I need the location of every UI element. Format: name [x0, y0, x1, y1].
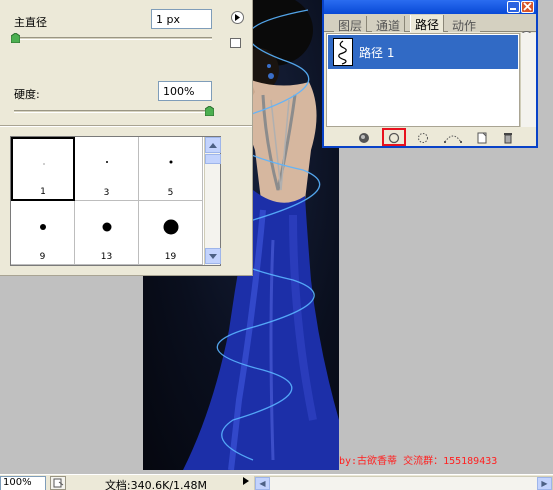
scroll-thumb[interactable]: [205, 154, 221, 164]
panel-divider: [0, 125, 252, 127]
brush-size-label: 9: [39, 252, 46, 262]
chevron-down-icon: [209, 253, 217, 259]
diameter-slider-thumb[interactable]: [10, 33, 20, 43]
hardness-slider-track[interactable]: [14, 110, 212, 113]
brush-preset-list: 1 3 5 9 13 19: [10, 136, 221, 266]
preset-scrollbar[interactable]: [204, 137, 221, 265]
document-size-info: 文档:340.6K/1.48M: [104, 479, 208, 490]
horizontal-scrollbar[interactable]: ◀ ▶: [254, 476, 553, 490]
path-name: 路径 1: [359, 45, 395, 60]
master-diameter-label: 主直径: [14, 16, 47, 29]
brush-tip-icon: [40, 224, 46, 230]
status-bar: 100% 文档:340.6K/1.48M ◀ ▶: [0, 474, 553, 490]
hardness-label: 硬度:: [14, 88, 40, 101]
brush-tip-icon: [43, 163, 45, 165]
stroke-path-highlight: [382, 128, 406, 146]
scroll-down-button[interactable]: [205, 248, 221, 264]
tab-actions[interactable]: 动作: [448, 16, 481, 33]
zoom-field[interactable]: 100%: [0, 476, 46, 490]
load-as-selection-icon[interactable]: [417, 132, 429, 144]
fill-path-icon[interactable]: [358, 132, 370, 144]
palette-footer: [324, 128, 536, 148]
tab-channels[interactable]: 通道: [372, 16, 406, 33]
chevron-up-icon: [209, 142, 217, 148]
new-path-icon[interactable]: [476, 132, 488, 144]
document-info-button[interactable]: [50, 476, 66, 490]
scroll-right-button[interactable]: ▶: [537, 477, 552, 490]
brush-tip-icon: [169, 160, 173, 164]
path-thumbnail-icon: [338, 40, 347, 65]
path-item[interactable]: 路径 1: [328, 35, 518, 69]
path-thumbnail: [333, 38, 353, 66]
diameter-slider-track[interactable]: [14, 37, 212, 40]
panel-menu-button[interactable]: [231, 11, 244, 24]
paths-scrollbar[interactable]: [520, 33, 536, 127]
brush-preset-item[interactable]: 5: [139, 137, 203, 201]
brush-size-label: 3: [103, 188, 110, 198]
palette-tabs: 图层 通道 路径 动作: [324, 14, 536, 44]
minimize-icon: [510, 8, 516, 10]
brush-preset-item[interactable]: 9: [11, 201, 75, 265]
brush-preset-item[interactable]: 13: [75, 201, 139, 265]
delete-path-icon[interactable]: [502, 132, 514, 144]
brush-tip-icon: [102, 222, 112, 232]
tab-paths[interactable]: 路径: [410, 15, 445, 32]
close-button[interactable]: [521, 1, 534, 13]
restore-size-button[interactable]: [230, 38, 241, 48]
minimize-button[interactable]: [507, 1, 520, 13]
watermark-text: by:古欲香蒂 交流群：155189433: [339, 456, 498, 467]
brush-preset-item[interactable]: 19: [139, 201, 203, 265]
paths-list: 路径 1: [326, 33, 520, 127]
triangle-right-icon: [235, 14, 240, 21]
brush-preset-item[interactable]: 3: [75, 137, 139, 201]
master-diameter-input[interactable]: [151, 9, 212, 29]
scroll-up-button[interactable]: [205, 137, 221, 153]
status-menu-arrow[interactable]: [242, 477, 252, 489]
paths-palette: 图层 通道 路径 动作 路径 1: [322, 0, 538, 148]
brush-size-label: 19: [164, 252, 177, 262]
brush-preset-item[interactable]: 1: [11, 137, 75, 201]
close-icon: [523, 2, 532, 11]
brush-tip-icon: [106, 161, 108, 163]
brush-size-label: 13: [100, 252, 113, 262]
hardness-slider-thumb[interactable]: [204, 106, 214, 116]
make-work-path-icon[interactable]: [444, 132, 462, 144]
brush-tip-icon: [163, 219, 179, 235]
brush-size-label: 1: [40, 187, 46, 197]
palette-titlebar[interactable]: [324, 0, 536, 14]
scroll-left-button[interactable]: ◀: [255, 477, 270, 490]
document-icon: [53, 478, 64, 488]
brush-size-label: 5: [167, 188, 174, 198]
triangle-right-icon: [243, 477, 249, 485]
hardness-input[interactable]: [158, 81, 212, 101]
tab-layers[interactable]: 图层: [334, 16, 368, 33]
brush-preset-panel: 主直径 硬度: 1 3 5 9 13: [0, 0, 253, 276]
